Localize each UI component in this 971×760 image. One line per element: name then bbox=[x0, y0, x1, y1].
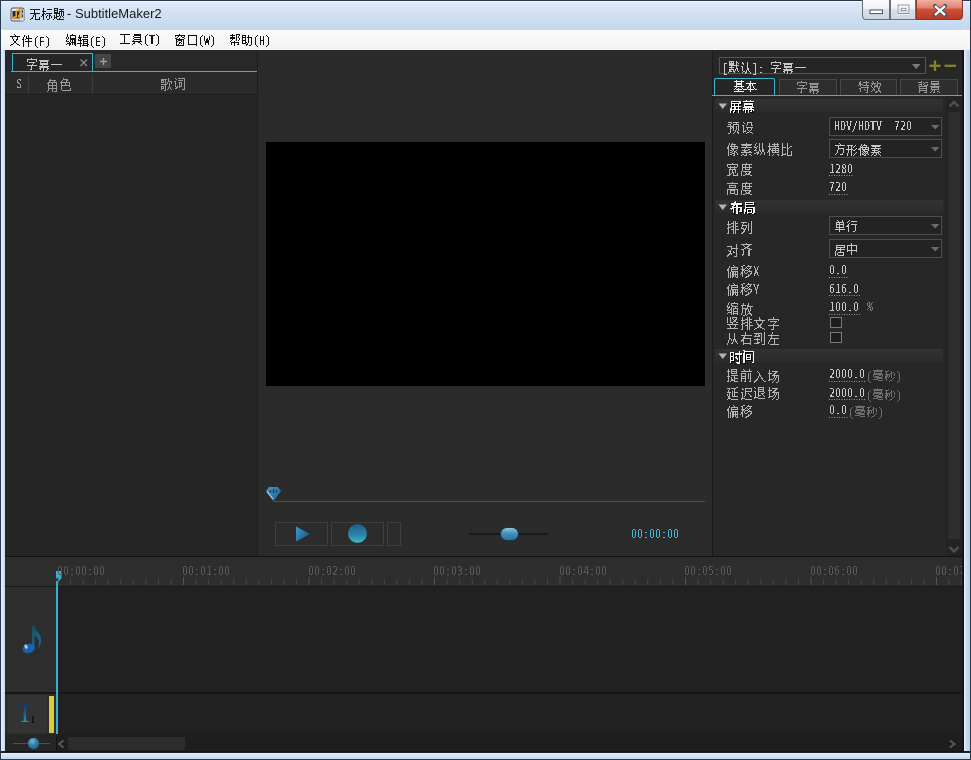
svg-text:I: I bbox=[31, 714, 35, 726]
